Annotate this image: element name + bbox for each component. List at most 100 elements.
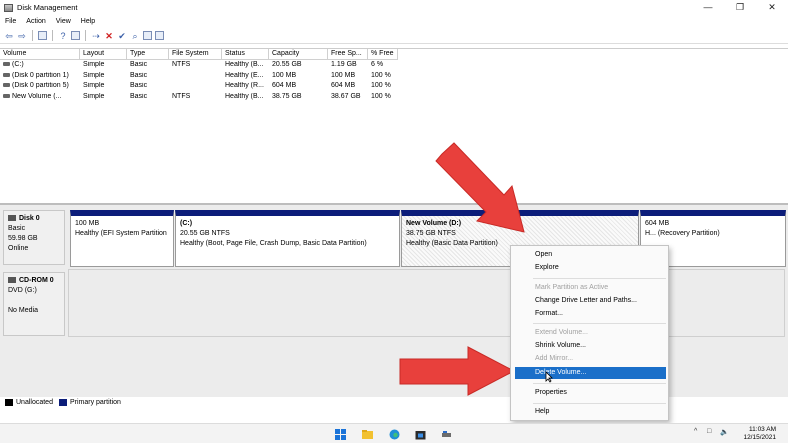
- annotation-arrow-upper: [435, 142, 525, 233]
- cell-volume: (C:): [0, 61, 80, 68]
- table-row[interactable]: (C:) Simple Basic NTFS Healthy (B... 20.…: [0, 60, 788, 71]
- drive-icon: [3, 62, 10, 67]
- cell-layout: Simple: [83, 92, 105, 100]
- menu-separator: [533, 383, 666, 384]
- disk-type: Basic: [8, 225, 26, 232]
- delete-icon[interactable]: ✕: [104, 31, 114, 41]
- cell-status: Healthy (B...: [225, 61, 264, 69]
- partition-c[interactable]: (C:) 20.55 GB NTFS Healthy (Boot, Page F…: [175, 210, 400, 267]
- cell-free-space: 38.67 GB: [331, 92, 361, 100]
- close-button[interactable]: ✕: [756, 0, 788, 15]
- disk-icon: [8, 215, 16, 222]
- properties-icon[interactable]: [71, 31, 80, 40]
- cell-type: Basic: [130, 82, 148, 90]
- partition-status: H... (Recovery Partition): [645, 230, 720, 237]
- cell-percent-free: 100 %: [371, 92, 391, 100]
- legend-primary: Primary partition: [69, 399, 121, 406]
- menu-item-properties[interactable]: Properties: [515, 387, 666, 399]
- volume-name: (Disk 0 partition 5): [12, 82, 69, 90]
- cell-free-space: 1.19 GB: [331, 61, 357, 69]
- check-icon[interactable]: ✔: [117, 31, 127, 41]
- windows-start-icon[interactable]: [335, 429, 346, 440]
- cell-file-system: NTFS: [172, 61, 191, 69]
- cdrom-0-area[interactable]: [68, 269, 785, 337]
- menu-file[interactable]: File: [0, 18, 21, 25]
- help-icon[interactable]: ?: [58, 31, 68, 41]
- volume-name: (C:): [12, 61, 24, 69]
- file-explorer-icon[interactable]: [362, 429, 373, 440]
- cdrom-0-label[interactable]: CD-ROM 0 DVD (G:) No Media: [3, 272, 65, 336]
- menu-action[interactable]: Action: [21, 18, 50, 25]
- partition-efi[interactable]: 100 MB Healthy (EFI System Partition: [70, 210, 174, 267]
- cell-volume: (Disk 0 partition 5): [0, 82, 80, 89]
- table-row[interactable]: (Disk 0 partition 1) Simple Basic Health…: [0, 70, 788, 81]
- menu-item-add-mirror: Add Mirror...: [535, 355, 574, 362]
- store-icon[interactable]: [415, 429, 426, 440]
- cell-volume: (Disk 0 partition 1): [0, 72, 80, 79]
- disk-0-label[interactable]: Disk 0 Basic 59.98 GB Online: [3, 210, 65, 265]
- search-icon[interactable]: ⌕: [130, 31, 140, 41]
- cdrom-media: No Media: [8, 307, 38, 314]
- mouse-cursor-icon: [545, 371, 553, 383]
- disk-management-icon[interactable]: [441, 429, 452, 440]
- disk-layout-pane: Disk 0 Basic 59.98 GB Online 100 MB Heal…: [0, 203, 788, 397]
- cdrom-type: DVD (G:): [8, 287, 37, 294]
- clock[interactable]: 11:03 AM 12/15/2021: [743, 426, 776, 442]
- col-volume[interactable]: Volume: [0, 49, 80, 60]
- menu-item-open[interactable]: Open: [515, 249, 666, 261]
- toolbar-separator: [52, 30, 53, 41]
- menu-item-help[interactable]: Help: [515, 406, 666, 418]
- drive-icon: [3, 93, 10, 98]
- menu-item-format[interactable]: Format...: [515, 308, 666, 320]
- toolbar-separator: [85, 30, 86, 41]
- table-row[interactable]: New Volume (... Simple Basic NTFS Health…: [0, 91, 788, 102]
- toolbar: ⇦ ⇨ ? ⇢ ✕ ✔ ⌕: [0, 28, 788, 44]
- cell-capacity: 20.55 GB: [272, 61, 302, 69]
- menu-help[interactable]: Help: [76, 18, 100, 25]
- menu-item-change-drive-letter[interactable]: Change Drive Letter and Paths...: [515, 295, 666, 307]
- menu-separator: [533, 278, 666, 279]
- cell-free-space: 100 MB: [331, 71, 356, 79]
- partition-status: Healthy (EFI System Partition: [75, 230, 167, 237]
- tray-chevron-icon[interactable]: ^: [694, 428, 697, 435]
- tray-volume-icon[interactable]: 🔈: [720, 428, 729, 436]
- menu-view[interactable]: View: [51, 18, 76, 25]
- partition-size: 604 MB: [645, 220, 670, 227]
- table-row[interactable]: (Disk 0 partition 5) Simple Basic Health…: [0, 81, 788, 92]
- back-icon[interactable]: ⇦: [4, 31, 14, 41]
- col-percent-free[interactable]: % Free: [368, 49, 398, 60]
- partition-size: 100 MB: [75, 220, 100, 227]
- col-file-system[interactable]: File System: [169, 49, 222, 60]
- maximize-button[interactable]: ❐: [724, 0, 756, 15]
- col-capacity[interactable]: Capacity: [269, 49, 328, 60]
- disk-name: Disk 0: [19, 215, 40, 222]
- col-free-space[interactable]: Free Sp...: [328, 49, 368, 60]
- menu-separator: [533, 403, 666, 404]
- unallocated-swatch: [5, 399, 13, 406]
- edge-icon[interactable]: [389, 429, 400, 440]
- connect-icon[interactable]: ⇢: [91, 31, 101, 41]
- menu-item-explore[interactable]: Explore: [515, 262, 666, 274]
- minimize-button[interactable]: —: [692, 0, 724, 15]
- window-title: Disk Management: [17, 3, 78, 12]
- menu-item-shrink-volume[interactable]: Shrink Volume...: [515, 340, 666, 352]
- cell-file-system: NTFS: [172, 92, 191, 100]
- context-menu: Open Explore Mark Partition as Active Ch…: [510, 245, 669, 421]
- disk-state: Online: [8, 245, 29, 252]
- col-status[interactable]: Status: [222, 49, 269, 60]
- taskbar: ^ □ 🔈 11:03 AM 12/15/2021: [0, 423, 788, 443]
- legend-unallocated: Unallocated: [16, 399, 53, 406]
- tray-network-icon[interactable]: □: [707, 428, 711, 435]
- partition-size: 20.55 GB NTFS: [180, 230, 230, 237]
- list-icon[interactable]: [155, 31, 164, 40]
- disk-list-icon[interactable]: [38, 31, 47, 40]
- menu-item-delete-volume[interactable]: Delete Volume...: [515, 367, 666, 379]
- window-controls: — ❐ ✕: [692, 0, 788, 15]
- disk-management-app-icon: [4, 3, 13, 12]
- cell-percent-free: 6 %: [371, 61, 384, 69]
- forward-icon[interactable]: ⇨: [17, 31, 27, 41]
- format-icon[interactable]: [143, 31, 152, 40]
- cell-percent-free: 100 %: [371, 71, 391, 79]
- col-type[interactable]: Type: [127, 49, 169, 60]
- col-layout[interactable]: Layout: [80, 49, 127, 60]
